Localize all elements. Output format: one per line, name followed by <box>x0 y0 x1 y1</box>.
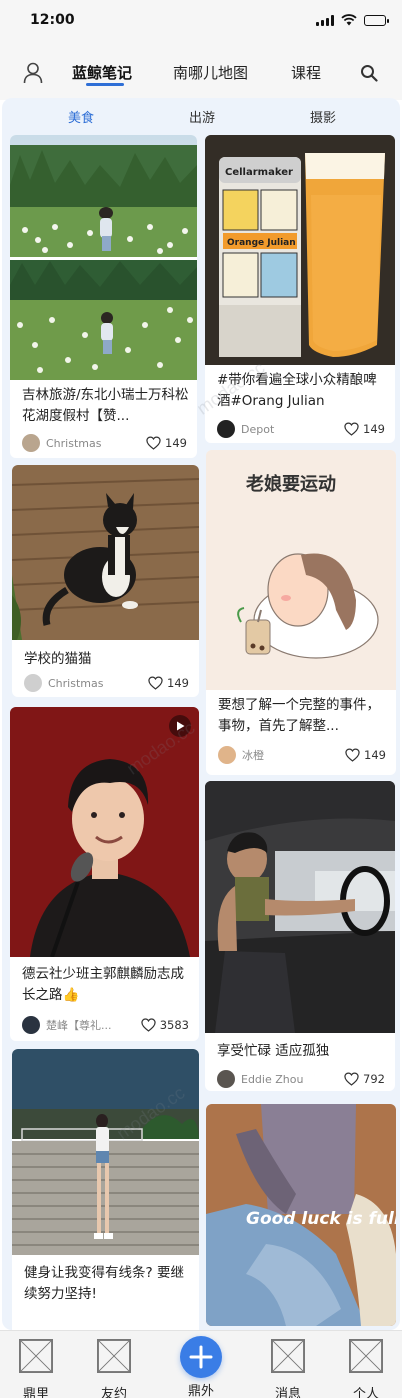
card-meta: 楚峰【尊礼... 3583 <box>22 1015 189 1035</box>
author-name: 楚峰【尊礼... <box>46 1019 112 1032</box>
card-meta: Depot 149 <box>217 419 385 439</box>
like-count: 149 <box>167 676 189 690</box>
avatar <box>24 674 42 692</box>
placeholder-icon <box>19 1339 53 1373</box>
card-meta: Christmas 149 <box>22 433 187 453</box>
heart-icon <box>344 422 359 436</box>
likes[interactable]: 149 <box>146 436 187 450</box>
like-count: 149 <box>165 436 187 450</box>
card-image: 老娘要运动 <box>206 450 396 690</box>
card-meta: 冰橙 149 <box>218 745 386 765</box>
card-image: Good luck is full <box>206 1104 396 1326</box>
tab-label: 鼎外 <box>187 1384 214 1398</box>
status-icons <box>316 14 389 26</box>
likes[interactable]: 149 <box>148 676 189 690</box>
plus-icon <box>189 1345 213 1369</box>
heart-icon <box>148 676 163 690</box>
heart-icon <box>345 748 360 762</box>
image-caption-text: 老娘要运动 <box>246 473 336 495</box>
tab-courses[interactable]: 课程 <box>291 62 321 83</box>
card-title: 要想了解一个完整的事件，事物，首先了解整... <box>218 697 380 734</box>
author-name: 冰橙 <box>242 749 264 762</box>
like-count: 149 <box>363 422 385 436</box>
battery-icon <box>364 14 389 26</box>
feed-panel: 美食 出游 摄影 吉林旅游/东北小瑞士万科松花湖度假村【赞... Christm… <box>2 98 400 1330</box>
tab-label: 鼎里 <box>22 1387 49 1398</box>
author-name: Christmas <box>48 676 104 690</box>
user-icon[interactable] <box>23 62 43 84</box>
note-card[interactable]: 老娘要运动 要想了解一个完整的事件，事物，首先了解整... 冰橙 149 <box>206 450 396 775</box>
top-nav: 蓝鲸笔记 南哪儿地图 课程 <box>0 42 402 100</box>
placeholder-icon <box>349 1339 383 1373</box>
can-label-text: Orange Julian <box>227 238 296 248</box>
wifi-icon <box>341 14 357 26</box>
status-bar: 12:00 <box>0 0 402 42</box>
card-meta: Christmas 149 <box>24 673 189 693</box>
avatar <box>217 420 235 438</box>
card-title: 健身让我变得有线条? 要继续努力坚持! <box>24 1265 184 1302</box>
note-card[interactable]: 学校的猫猫 Christmas 149 <box>12 465 199 697</box>
avatar <box>22 434 40 452</box>
tab-lanjing-notes[interactable]: 蓝鲸笔记 <box>72 62 132 83</box>
tab-label: 消息 <box>274 1387 301 1398</box>
placeholder-icon <box>97 1339 131 1373</box>
tab-label: 友约 <box>100 1387 127 1398</box>
tab-youyue[interactable]: 友约 <box>89 1339 139 1398</box>
likes[interactable]: 149 <box>344 422 385 436</box>
can-brand-text: Cellarmaker <box>225 167 293 178</box>
like-count: 149 <box>364 748 386 762</box>
author-name: Depot <box>241 422 275 436</box>
author-name: Christmas <box>46 436 102 450</box>
tab-messages[interactable]: 消息 <box>263 1339 313 1398</box>
tab-nanna-map[interactable]: 南哪儿地图 <box>173 62 248 83</box>
subtab-travel[interactable]: 出游 <box>189 107 215 126</box>
active-tab-indicator <box>86 83 124 86</box>
card-title: 德云社少班主郭麒麟励志成长之路👍 <box>22 966 184 1003</box>
tab-dingli[interactable]: 鼎里 <box>11 1339 61 1398</box>
heart-icon <box>344 1072 359 1086</box>
signal-icon <box>316 14 334 26</box>
image-overlay-text: Good luck is full <box>246 1209 396 1229</box>
likes[interactable]: 3583 <box>141 1018 189 1032</box>
author-name: Eddie Zhou <box>241 1072 304 1086</box>
status-time: 12:00 <box>30 12 75 28</box>
placeholder-icon <box>271 1339 305 1373</box>
note-card[interactable]: 德云社少班主郭麒麟励志成长之路👍 楚峰【尊礼... 3583 <box>10 707 199 1041</box>
likes[interactable]: 792 <box>344 1072 385 1086</box>
card-title: 享受忙碌 适应孤独 <box>217 1043 330 1059</box>
tab-label: 个人 <box>352 1387 379 1398</box>
avatar <box>22 1016 40 1034</box>
create-post-button[interactable] <box>180 1336 222 1378</box>
note-card[interactable]: 吉林旅游/东北小瑞士万科松花湖度假村【赞... Christmas 149 <box>10 135 197 458</box>
likes[interactable]: 149 <box>345 748 386 762</box>
heart-icon <box>141 1018 156 1032</box>
search-icon[interactable] <box>360 64 378 82</box>
subtab-food[interactable]: 美食 <box>68 107 94 126</box>
tab-profile[interactable]: 个人 <box>341 1339 391 1398</box>
note-card[interactable]: 享受忙碌 适应孤独 Eddie Zhou 792 <box>205 781 395 1091</box>
card-image <box>10 135 197 380</box>
avatar <box>218 746 236 764</box>
card-meta: Eddie Zhou 792 <box>217 1069 385 1089</box>
heart-icon <box>146 436 161 450</box>
card-image <box>12 1049 199 1255</box>
card-image <box>12 465 199 640</box>
like-count: 792 <box>363 1072 385 1086</box>
like-count: 3583 <box>159 1018 189 1032</box>
subtab-photography[interactable]: 摄影 <box>310 107 336 126</box>
avatar <box>217 1070 235 1088</box>
card-title: 吉林旅游/东北小瑞士万科松花湖度假村【赞... <box>22 387 189 424</box>
card-image <box>205 781 395 1033</box>
note-card[interactable]: Good luck is full <box>206 1104 396 1326</box>
card-title: 学校的猫猫 <box>24 651 92 667</box>
card-image: Cellarmaker Orange Julian <box>205 135 395 365</box>
